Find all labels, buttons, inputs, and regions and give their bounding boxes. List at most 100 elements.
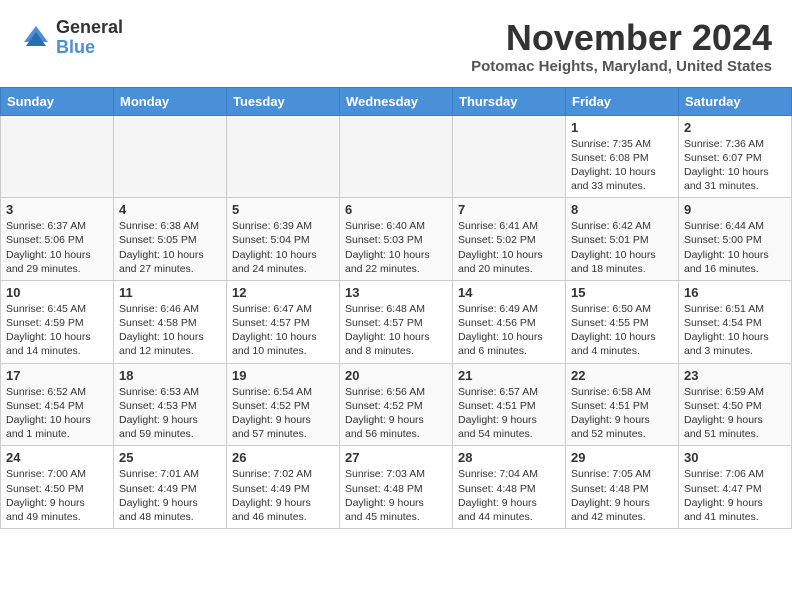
calendar-table: SundayMondayTuesdayWednesdayThursdayFrid… [0,87,792,529]
day-number: 21 [458,368,560,383]
calendar-day-header: Sunday [1,87,114,115]
calendar-day-cell: 28Sunrise: 7:04 AMSunset: 4:48 PMDayligh… [453,446,566,529]
calendar-day-cell: 17 Sunrise: 6:52 AMSunset: 4:54 PMDayligh… [1,363,114,446]
day-info: Sunrise: 6:41 AMSunset: 5:02 PMDaylight:… [458,219,560,276]
day-info: Sunrise: 6:40 AMSunset: 5:03 PMDaylight:… [345,219,447,276]
calendar-header-row: SundayMondayTuesdayWednesdayThursdayFrid… [1,87,792,115]
calendar-day-cell: 27 Sunrise: 7:03 AMSunset: 4:48 PMDayligh… [340,446,453,529]
day-number: 13 [345,285,447,300]
calendar-day-cell: 1Sunrise: 7:35 AMSunset: 6:08 PMDaylight… [566,115,679,198]
calendar-day-cell [114,115,227,198]
day-number: 27 [345,450,447,465]
calendar-day-cell: 26 Sunrise: 7:02 AMSunset: 4:49 PMDayligh… [227,446,340,529]
day-info: Sunrise: 7:01 AMSunset: 4:49 PMDaylight:… [119,467,221,524]
calendar-day-cell [453,115,566,198]
calendar-day-header: Tuesday [227,87,340,115]
day-info: Sunrise: 6:58 AMSunset: 4:51 PMDaylight:… [571,385,673,442]
calendar-week-row: 17 Sunrise: 6:52 AMSunset: 4:54 PMDayligh… [1,363,792,446]
calendar-week-row: 1Sunrise: 7:35 AMSunset: 6:08 PMDaylight… [1,115,792,198]
logo-general-text: General [56,18,123,38]
calendar-day-cell: 7Sunrise: 6:41 AMSunset: 5:02 PMDaylight… [453,198,566,281]
calendar-day-cell [340,115,453,198]
day-info: Sunrise: 6:59 AMSunset: 4:50 PMDaylight:… [684,385,786,442]
day-info: Sunrise: 6:50 AMSunset: 4:55 PMDaylight:… [571,302,673,359]
calendar-week-row: 10Sunrise: 6:45 AMSunset: 4:59 PMDayligh… [1,280,792,363]
calendar-day-cell: 2Sunrise: 7:36 AMSunset: 6:07 PMDaylight… [679,115,792,198]
calendar-day-cell: 6Sunrise: 6:40 AMSunset: 5:03 PMDaylight… [340,198,453,281]
day-info: Sunrise: 6:37 AMSunset: 5:06 PMDaylight:… [6,219,108,276]
day-number: 4 [119,202,221,217]
day-number: 1 [571,120,673,135]
day-info: Sunrise: 7:00 AMSunset: 4:50 PMDaylight:… [6,467,108,524]
calendar-day-cell: 24 Sunrise: 7:00 AMSunset: 4:50 PMDayligh… [1,446,114,529]
day-number: 16 [684,285,786,300]
day-number: 18 [119,368,221,383]
logo-text: General Blue [56,18,123,58]
calendar-day-cell: 12 Sunrise: 6:47 AMSunset: 4:57 PMDayligh… [227,280,340,363]
day-info: Sunrise: 6:48 AMSunset: 4:57 PMDaylight:… [345,302,447,359]
calendar-day-cell: 10Sunrise: 6:45 AMSunset: 4:59 PMDayligh… [1,280,114,363]
day-info: Sunrise: 7:05 AMSunset: 4:48 PMDaylight:… [571,467,673,524]
day-info: Sunrise: 7:06 AMSunset: 4:47 PMDaylight:… [684,467,786,524]
calendar-day-cell: 18 Sunrise: 6:53 AMSunset: 4:53 PMDayligh… [114,363,227,446]
calendar-day-cell: 9Sunrise: 6:44 AMSunset: 5:00 PMDaylight… [679,198,792,281]
calendar-day-cell: 19 Sunrise: 6:54 AMSunset: 4:52 PMDayligh… [227,363,340,446]
day-number: 11 [119,285,221,300]
day-number: 3 [6,202,108,217]
day-info: Sunrise: 7:02 AMSunset: 4:49 PMDaylight:… [232,467,334,524]
day-info: Sunrise: 6:45 AMSunset: 4:59 PMDaylight:… [6,302,108,359]
day-number: 23 [684,368,786,383]
location-subtitle: Potomac Heights, Maryland, United States [471,58,772,75]
day-info: Sunrise: 7:03 AMSunset: 4:48 PMDaylight:… [345,467,447,524]
day-info: Sunrise: 6:38 AMSunset: 5:05 PMDaylight:… [119,219,221,276]
day-number: 9 [684,202,786,217]
calendar-day-cell: 23 Sunrise: 6:59 AMSunset: 4:50 PMDayligh… [679,363,792,446]
day-number: 12 [232,285,334,300]
day-number: 24 [6,450,108,465]
day-info: Sunrise: 6:47 AMSunset: 4:57 PMDaylight:… [232,302,334,359]
day-info: Sunrise: 6:53 AMSunset: 4:53 PMDaylight:… [119,385,221,442]
day-info: Sunrise: 6:52 AMSunset: 4:54 PMDaylight:… [6,385,108,442]
day-number: 30 [684,450,786,465]
day-number: 5 [232,202,334,217]
day-info: Sunrise: 6:39 AMSunset: 5:04 PMDaylight:… [232,219,334,276]
calendar-day-cell: 20Sunrise: 6:56 AMSunset: 4:52 PMDayligh… [340,363,453,446]
calendar-day-cell: 13 Sunrise: 6:48 AMSunset: 4:57 PMDayligh… [340,280,453,363]
calendar-week-row: 24 Sunrise: 7:00 AMSunset: 4:50 PMDayligh… [1,446,792,529]
day-info: Sunrise: 6:57 AMSunset: 4:51 PMDaylight:… [458,385,560,442]
day-number: 2 [684,120,786,135]
calendar-day-cell: 3 Sunrise: 6:37 AMSunset: 5:06 PMDaylight… [1,198,114,281]
calendar-day-cell: 5 Sunrise: 6:39 AMSunset: 5:04 PMDaylight… [227,198,340,281]
calendar-day-cell: 16 Sunrise: 6:51 AMSunset: 4:54 PMDayligh… [679,280,792,363]
day-info: Sunrise: 6:56 AMSunset: 4:52 PMDaylight:… [345,385,447,442]
page: General Blue November 2024 Potomac Heigh… [0,0,792,529]
day-info: Sunrise: 6:54 AMSunset: 4:52 PMDaylight:… [232,385,334,442]
calendar-day-cell: 21 Sunrise: 6:57 AMSunset: 4:51 PMDayligh… [453,363,566,446]
day-number: 17 [6,368,108,383]
calendar-day-header: Thursday [453,87,566,115]
calendar-day-cell: 14Sunrise: 6:49 AMSunset: 4:56 PMDayligh… [453,280,566,363]
title-block: November 2024 Potomac Heights, Maryland,… [471,18,772,75]
logo-icon [20,22,52,54]
calendar-day-cell: 4 Sunrise: 6:38 AMSunset: 5:05 PMDaylight… [114,198,227,281]
month-year-title: November 2024 [471,18,772,58]
day-number: 15 [571,285,673,300]
day-number: 19 [232,368,334,383]
calendar-day-cell [1,115,114,198]
calendar-day-header: Wednesday [340,87,453,115]
calendar-day-header: Friday [566,87,679,115]
calendar-day-cell: 22 Sunrise: 6:58 AMSunset: 4:51 PMDayligh… [566,363,679,446]
day-number: 26 [232,450,334,465]
day-number: 22 [571,368,673,383]
calendar-day-header: Monday [114,87,227,115]
day-info: Sunrise: 6:49 AMSunset: 4:56 PMDaylight:… [458,302,560,359]
logo: General Blue [20,18,123,58]
calendar-day-cell: 11Sunrise: 6:46 AMSunset: 4:58 PMDayligh… [114,280,227,363]
day-number: 28 [458,450,560,465]
header: General Blue November 2024 Potomac Heigh… [0,0,792,83]
calendar-day-cell: 30 Sunrise: 7:06 AMSunset: 4:47 PMDayligh… [679,446,792,529]
calendar-day-cell: 29Sunrise: 7:05 AMSunset: 4:48 PMDayligh… [566,446,679,529]
calendar-day-cell: 8Sunrise: 6:42 AMSunset: 5:01 PMDaylight… [566,198,679,281]
day-info: Sunrise: 6:51 AMSunset: 4:54 PMDaylight:… [684,302,786,359]
calendar-day-cell: 15 Sunrise: 6:50 AMSunset: 4:55 PMDayligh… [566,280,679,363]
